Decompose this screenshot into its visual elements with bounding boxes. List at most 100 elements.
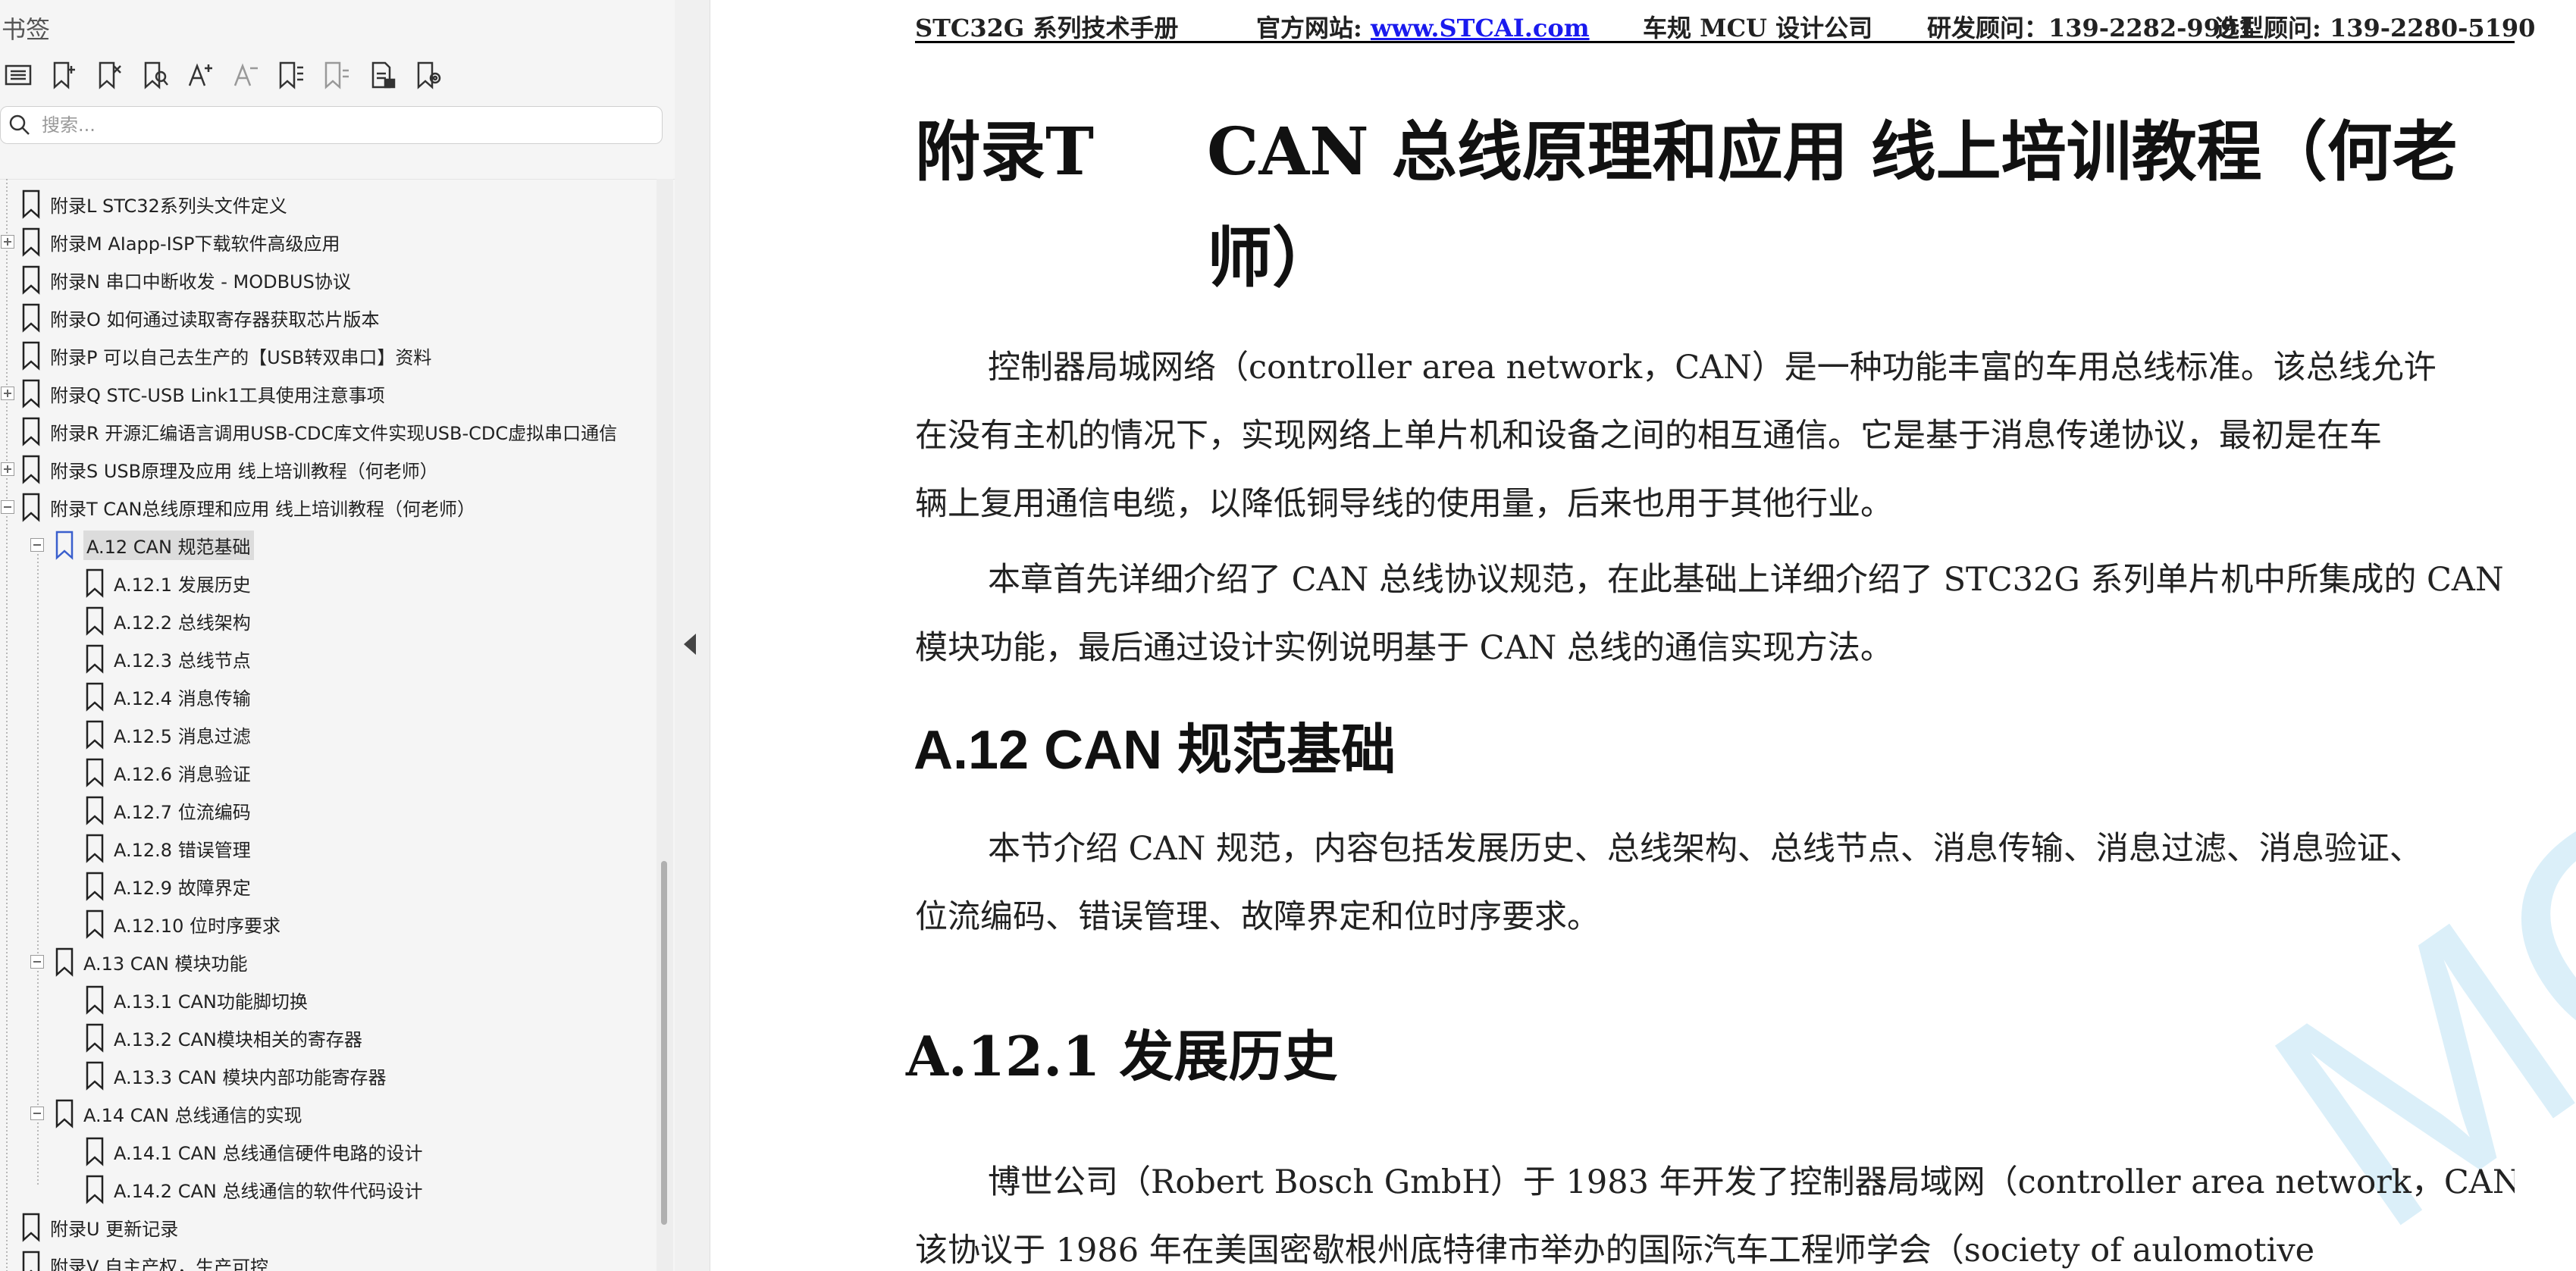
bookmark-label: A.13.3 CAN 模块内部功能寄存器 [114, 1066, 387, 1088]
bookmark-label: A.12.6 消息验证 [114, 763, 251, 785]
bookmark-item[interactable]: A.14.2 CAN 总线通信的软件代码设计 [85, 1170, 422, 1208]
text-line: 位流编码、错误管理、故障界定和位时序要求。 [915, 898, 1600, 936]
history-paragraph: 博世公司（Robert Bosch GmbH）于 1983 年开发了控制器局域网… [915, 1148, 2515, 1271]
expand-icon[interactable] [1, 462, 14, 476]
bookmark-label: A.14.1 CAN 总线通信硬件电路的设计 [114, 1142, 423, 1164]
bookmark-item[interactable]: A.12.1 发展历史 [85, 564, 251, 602]
text-line: 本节介绍 CAN 规范，内容包括发展历史、总线架构、总线节点、消息传输、消息过滤… [988, 830, 2422, 868]
bookmark-item[interactable]: 附录S USB原理及应用 线上培训教程（何老师） [1, 450, 438, 488]
bookmark-item[interactable]: 附录M AIapp-ISP下载软件高级应用 [1, 223, 340, 261]
bookmark-icon [55, 947, 74, 977]
bookmark-item[interactable]: A.12.9 故障界定 [85, 867, 251, 905]
bookmark-label: 附录P 可以自己去生产的【USB转双串口】资料 [50, 346, 432, 368]
decrease-font-icon[interactable] [227, 56, 264, 94]
bookmark-item[interactable]: A.13.2 CAN模块相关的寄存器 [85, 1019, 362, 1057]
bookmark-item[interactable]: A.12.5 消息过滤 [85, 715, 251, 753]
bookmark-item[interactable]: A.12 CAN 规范基础 [30, 526, 254, 564]
chapter-overview-paragraph: 本章首先详细介绍了 CAN 总线协议规范，在此基础上详细介绍了 STC32G 系… [915, 546, 2515, 682]
bookmark-label: 附录R 开源汇编语言调用USB-CDC库文件实现USB-CDC虚拟串口通信 [50, 422, 618, 444]
header-site-link[interactable]: www.STCAI.com [1371, 14, 1590, 42]
bookmark-icon [22, 379, 40, 409]
collapse-all-icon[interactable] [318, 56, 355, 94]
bookmark-search-box[interactable] [0, 106, 663, 144]
text-line: 博世公司（Robert Bosch GmbH）于 1983 年开发了控制器局域网… [988, 1163, 2515, 1201]
subsection-heading: A.12.1 发展历史 [906, 1024, 1338, 1088]
panel-collapse-handle[interactable] [675, 0, 710, 1271]
bookmark-icon [86, 568, 104, 598]
bookmark-item[interactable]: A.12.6 消息验证 [85, 753, 251, 791]
bookmark-label: A.12.5 消息过滤 [114, 725, 251, 747]
collapse-left-icon[interactable] [684, 634, 696, 655]
search-icon [9, 114, 30, 135]
increase-font-icon[interactable] [182, 56, 218, 94]
bookmark-item[interactable]: 附录P 可以自己去生产的【USB转双串口】资料 [21, 337, 431, 374]
bookmark-item[interactable]: A.12.4 消息传输 [85, 678, 251, 715]
bookmark-item[interactable]: A.12.7 位流编码 [85, 791, 251, 829]
chapter-title-line-1: CAN 总线原理和应用 线上培训教程（何老 [1207, 114, 2458, 190]
find-bookmark-icon[interactable] [136, 56, 173, 94]
bookmark-label: A.13.2 CAN模块相关的寄存器 [114, 1028, 362, 1050]
bookmark-label: A.12.2 总线架构 [114, 612, 251, 634]
bookmark-item[interactable]: 附录L STC32系列头文件定义 [21, 185, 287, 223]
bookmark-item[interactable]: A.12.2 总线架构 [85, 602, 251, 640]
bookmark-toolbar [0, 56, 455, 94]
search-input[interactable] [40, 114, 635, 136]
bookmark-icon [86, 720, 104, 750]
bookmark-label: A.12.7 位流编码 [114, 801, 251, 823]
collapse-icon[interactable] [30, 955, 44, 969]
bookmark-item[interactable]: A.14.1 CAN 总线通信硬件电路的设计 [85, 1132, 422, 1170]
bookmark-item[interactable]: 附录N 串口中断收发 - MODBUS协议 [21, 261, 351, 299]
pdf-page: MCU STC32G 系列技术手册 官方网站: www.STCAI.com 车规… [710, 0, 2576, 1271]
bookmark-item[interactable]: A.12.3 总线节点 [85, 640, 251, 678]
bookmark-icon [86, 1061, 104, 1091]
bookmark-item[interactable]: 附录T CAN总线原理和应用 线上培训教程（何老师） [1, 488, 475, 526]
bookmark-label: 附录N 串口中断收发 - MODBUS协议 [50, 271, 351, 293]
bookmark-item[interactable]: 附录Q STC-USB Link1工具使用注意事项 [1, 374, 385, 412]
bookmark-icon [86, 985, 104, 1015]
bookmark-label: A.12.1 发展历史 [114, 574, 251, 596]
bookmark-icon [22, 303, 40, 333]
chapter-title-line-2: 师） [1207, 220, 1337, 296]
scrollbar-thumb[interactable] [661, 861, 667, 1225]
header-company: 车规 MCU 设计公司 [1643, 14, 1873, 42]
expand-icon[interactable] [1, 235, 14, 249]
section-heading: A.12 CAN 规范基础 [914, 720, 1396, 781]
delete-bookmark-icon[interactable] [91, 56, 127, 94]
collapse-icon[interactable] [30, 538, 44, 552]
bookmark-item[interactable]: 附录V 自主产权，生产可控 [21, 1246, 268, 1271]
bookmark-label: A.13 CAN 模块功能 [83, 953, 248, 975]
header-rd-contact: 研发顾问：139-2282-9991 [1927, 14, 2255, 42]
list-icon[interactable] [0, 56, 36, 94]
text-line: 模块功能，最后通过设计实例说明基于 CAN 总线的通信实现方法。 [915, 629, 1893, 667]
bookmark-label: A.12.3 总线节点 [114, 650, 251, 672]
bookmark-panel: 书签 搜索... 附录L STC32系列头文件定义 附录M AIapp-ISP下… [0, 0, 675, 1271]
bookmark-item[interactable]: A.13.1 CAN功能脚切换 [85, 981, 308, 1019]
bookmark-label: 附录Q STC-USB Link1工具使用注意事项 [50, 384, 385, 406]
collapse-icon[interactable] [30, 1107, 44, 1120]
add-bookmark-icon[interactable] [45, 56, 82, 94]
bookmark-label: 附录M AIapp-ISP下载软件高级应用 [50, 233, 340, 255]
expand-all-icon[interactable] [273, 56, 309, 94]
bookmark-scrollbar[interactable] [657, 179, 673, 1271]
bookmark-label: 附录S USB原理及应用 线上培训教程（何老师） [50, 460, 438, 482]
bookmark-item[interactable]: A.14 CAN 总线通信的实现 [30, 1094, 302, 1132]
bookmark-icon [86, 1023, 104, 1053]
bookmark-icon [22, 455, 40, 484]
bookmark-item[interactable]: 附录O 如何通过读取寄存器获取芯片版本 [21, 299, 380, 337]
text-line: 在没有主机的情况下，实现网络上单片机和设备之间的相互通信。它是基于消息传递协议，… [915, 417, 2382, 455]
bookmark-item[interactable]: A.13.3 CAN 模块内部功能寄存器 [85, 1057, 386, 1094]
bookmark-icon [22, 227, 40, 257]
bookmark-icon [86, 909, 104, 939]
bookmark-settings-icon[interactable] [409, 56, 446, 94]
collapse-icon[interactable] [1, 500, 14, 514]
bookmark-icon [55, 531, 74, 560]
expand-icon[interactable] [1, 387, 14, 400]
bookmark-item[interactable]: 附录U 更新记录 [21, 1208, 178, 1246]
text-line: 辆上复用通信电缆，以降低铜导线的使用量，后来也用于其他行业。 [915, 485, 1893, 523]
bookmark-icon [22, 1213, 40, 1242]
export-bookmark-icon[interactable] [364, 56, 400, 94]
bookmark-item[interactable]: A.12.10 位时序要求 [85, 905, 280, 943]
bookmark-item[interactable]: 附录R 开源汇编语言调用USB-CDC库文件实现USB-CDC虚拟串口通信 [21, 412, 617, 450]
bookmark-item[interactable]: A.12.8 错误管理 [85, 829, 251, 867]
bookmark-item[interactable]: A.13 CAN 模块功能 [30, 943, 248, 981]
